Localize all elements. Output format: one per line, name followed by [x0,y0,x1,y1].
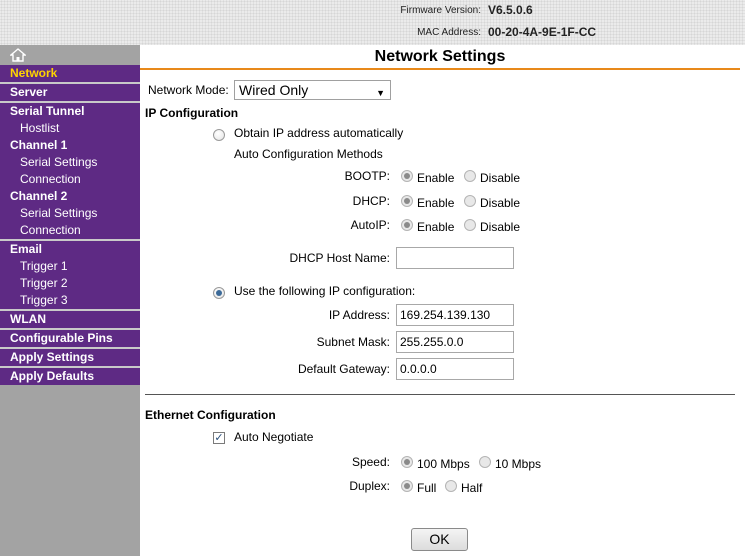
home-link[interactable] [0,45,140,65]
gateway-label: Default Gateway: [297,362,390,376]
dhcp-disable-label: Disable [480,196,521,210]
speed-10-radio[interactable] [479,456,491,468]
auto-negotiate-label: Auto Negotiate [234,430,314,444]
sidebar-item-wlan[interactable]: WLAN [0,311,140,328]
obtain-auto-radio[interactable] [213,129,225,141]
dhcp-disable-radio[interactable] [464,195,476,207]
autoip-disable-label: Disable [480,220,521,234]
subnet-label: Subnet Mask: [316,335,390,349]
gateway-input[interactable] [396,358,514,380]
duplex-full-radio[interactable] [401,480,413,492]
use-following-label: Use the following IP configuration: [234,284,416,298]
dhcp-host-label: DHCP Host Name: [289,251,390,265]
bootp-enable-label: Enable [417,171,455,185]
speed-100-label: 100 Mbps [417,457,470,471]
subnet-input[interactable] [396,331,514,353]
speed-100-radio[interactable] [401,456,413,468]
dhcp-label: DHCP: [352,194,390,208]
sidebar-item-hostlist[interactable]: Hostlist [0,120,140,137]
duplex-half-label: Half [461,481,483,495]
ethernet-heading: Ethernet Configuration [145,408,276,422]
duplex-full-label: Full [417,481,437,495]
sidebar-item-channel-1-serial-settings[interactable]: Serial Settings [0,154,140,171]
firmware-value: V6.5.0.6 [488,3,533,17]
bootp-disable-label: Disable [480,171,521,185]
ok-button[interactable]: OK [411,528,468,551]
bootp-label: BOOTP: [344,169,390,183]
auto-methods-label: Auto Configuration Methods [234,147,383,161]
header-bar: Firmware Version: V6.5.0.6 MAC Address: … [0,0,745,45]
bootp-enable-radio[interactable] [401,170,413,182]
mac-label: MAC Address: [417,27,481,38]
main-panel: Network Settings Network Mode: Wired Onl… [140,45,745,556]
sidebar-item-channel-1[interactable]: Channel 1 [0,137,140,154]
section-divider [145,394,735,395]
dhcp-enable-label: Enable [417,196,455,210]
duplex-label: Duplex: [349,479,390,493]
ip-address-input[interactable] [396,304,514,326]
sidebar-item-channel-2-connection[interactable]: Connection [0,222,140,239]
use-following-radio[interactable] [213,287,225,299]
network-mode-select[interactable]: Wired Only ▼ [234,80,391,100]
dhcp-host-input[interactable] [396,247,514,269]
sidebar-item-trigger-2[interactable]: Trigger 2 [0,275,140,292]
autoip-enable-label: Enable [417,220,455,234]
page-title: Network Settings [374,48,506,65]
duplex-half-radio[interactable] [445,480,457,492]
autoip-disable-radio[interactable] [464,219,476,231]
dhcp-enable-radio[interactable] [401,195,413,207]
sidebar-item-apply-defaults[interactable]: Apply Defaults [0,368,140,385]
mac-value: 00-20-4A-9E-1F-CC [488,25,597,39]
sidebar-item-serial-tunnel[interactable]: Serial Tunnel [0,103,140,120]
sidebar-item-channel-2[interactable]: Channel 2 [0,188,140,205]
sidebar-item-network[interactable]: Network [0,65,140,82]
network-mode-value: Wired Only [239,82,309,98]
dropdown-arrow-icon: ▼ [376,88,385,98]
sidebar-item-apply-settings[interactable]: Apply Settings [0,349,140,366]
autoip-label: AutoIP: [350,218,390,232]
sidebar-item-channel-2-serial-settings[interactable]: Serial Settings [0,205,140,222]
auto-negotiate-checkbox[interactable]: ✓ [213,432,225,444]
ip-config-heading: IP Configuration [145,106,239,120]
title-divider [140,68,740,70]
ip-address-label: IP Address: [328,308,390,322]
sidebar: Network Server Serial Tunnel Hostlist Ch… [0,45,140,556]
network-mode-label: Network Mode: [148,83,229,97]
home-icon [10,48,26,62]
speed-10-label: 10 Mbps [495,457,542,471]
sidebar-item-trigger-1[interactable]: Trigger 1 [0,258,140,275]
firmware-label: Firmware Version: [400,5,481,16]
bootp-disable-radio[interactable] [464,170,476,182]
sidebar-item-configurable-pins[interactable]: Configurable Pins [0,330,140,347]
sidebar-item-email[interactable]: Email [0,241,140,258]
speed-label: Speed: [351,455,390,469]
autoip-enable-radio[interactable] [401,219,413,231]
sidebar-item-channel-1-connection[interactable]: Connection [0,171,140,188]
obtain-auto-label: Obtain IP address automatically [234,126,404,140]
sidebar-item-server[interactable]: Server [0,84,140,101]
sidebar-item-trigger-3[interactable]: Trigger 3 [0,292,140,309]
